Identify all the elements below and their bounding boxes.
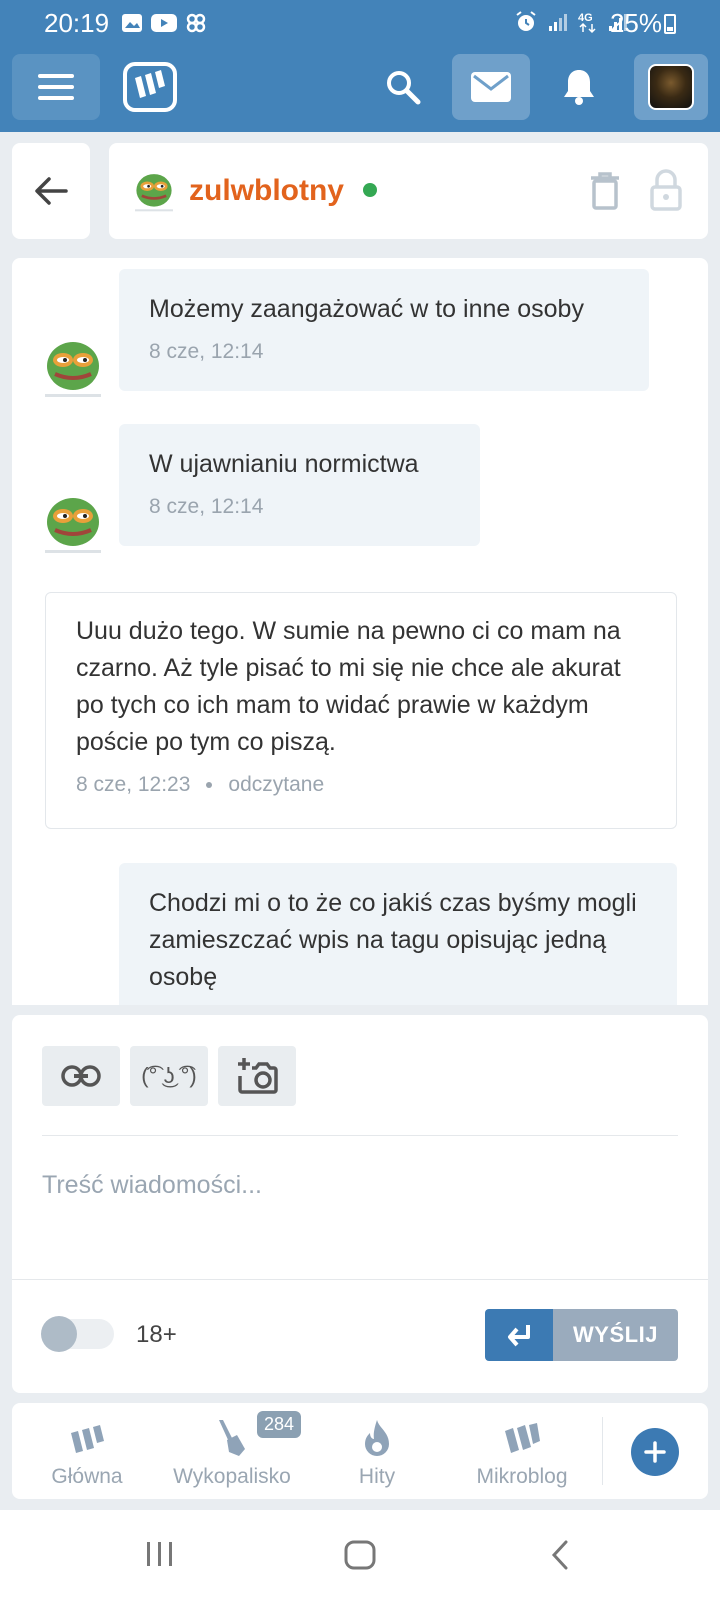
message-bubble: W ujawnianiu normictwa 8 cze, 12:14 — [119, 424, 480, 546]
nav-label: Mikroblog — [476, 1465, 568, 1488]
trash-icon[interactable] — [589, 171, 621, 211]
add-photo-icon — [238, 1058, 278, 1094]
message-time: 8 cze, 12:14 — [149, 495, 264, 518]
message-text: Uuu dużo tego. W sumie na pewno ci co ma… — [76, 617, 621, 756]
4g-icon: 4G — [578, 12, 596, 34]
message-time: 8 cze, 12:23 — [76, 773, 191, 796]
message-bubble: Możemy zaangażować w to inne osoby 8 cze… — [119, 269, 649, 391]
back-button[interactable] — [12, 143, 90, 239]
status-bar: 20:19 4G 25% — [0, 0, 720, 48]
own-message-bubble: Uuu dużo tego. W sumie na pewno ci co ma… — [45, 592, 677, 829]
toggle-knob — [41, 1316, 77, 1352]
status-time: 20:19 — [44, 8, 110, 38]
message-list[interactable]: Możemy zaangażować w to inne osoby 8 cze… — [12, 258, 708, 1005]
enter-icon — [508, 1325, 530, 1347]
menu-icon — [38, 74, 74, 100]
message-text: Możemy zaangażować w to inne osoby — [149, 295, 584, 323]
mail-icon — [471, 72, 511, 102]
system-navigation-bar — [0, 1510, 720, 1600]
link-icon — [61, 1065, 101, 1087]
bottom-navigation: Główna Wykopalisko 284 Hity Mikroblog — [12, 1403, 708, 1499]
pepe-avatar-icon[interactable] — [133, 170, 175, 212]
microblog-icon — [505, 1423, 540, 1453]
search-button[interactable] — [370, 54, 436, 120]
nav-separator — [602, 1417, 603, 1485]
conversation-username[interactable]: zulwblotny — [189, 174, 344, 208]
pepe-avatar-icon[interactable] — [45, 336, 101, 398]
search-icon — [387, 71, 421, 105]
read-status: odczytane — [228, 773, 325, 796]
messages-button[interactable] — [452, 54, 530, 120]
insert-link-button[interactable] — [42, 1046, 120, 1106]
user-avatar-button[interactable] — [634, 54, 708, 120]
divider — [42, 1135, 678, 1136]
battery-icon — [664, 14, 676, 34]
pepe-avatar-icon[interactable] — [45, 492, 101, 554]
youtube-icon — [151, 14, 177, 32]
wykop-home-icon — [71, 1425, 104, 1453]
home-icon[interactable] — [344, 1540, 376, 1570]
app-header — [0, 48, 720, 132]
plus-icon — [644, 1441, 666, 1463]
nav-item-hity[interactable]: Hity — [302, 1417, 452, 1489]
add-photo-button[interactable] — [218, 1046, 296, 1106]
user-avatar — [648, 64, 694, 110]
signal-icon — [549, 14, 567, 31]
send-button[interactable]: WYŚLIJ — [485, 1309, 678, 1361]
add-content-button[interactable] — [631, 1428, 679, 1476]
back-icon[interactable] — [550, 1540, 570, 1570]
message-text: W ujawnianiu normictwa — [149, 450, 419, 478]
online-indicator — [363, 183, 377, 197]
message-input[interactable] — [42, 1155, 678, 1215]
nav-label: Główna — [51, 1465, 123, 1488]
message-text: Chodzi mi o to że co jakiś czas byśmy mo… — [149, 889, 637, 991]
wykopalisko-count-badge: 284 — [257, 1411, 302, 1438]
adult-content-label: 18+ — [136, 1321, 177, 1348]
lock-icon[interactable] — [649, 169, 683, 211]
pinwheel-icon — [186, 13, 206, 33]
battery-percent: 25% — [609, 8, 662, 38]
message-bubble: Chodzi mi o to że co jakiś czas byśmy mo… — [119, 863, 677, 1005]
conversation-header: zulwblotny — [109, 143, 708, 239]
notifications-button[interactable] — [546, 54, 612, 120]
nav-item-mikroblog[interactable]: Mikroblog — [447, 1417, 597, 1489]
bell-icon — [564, 70, 594, 105]
arrow-left-icon — [35, 177, 68, 205]
send-label: WYŚLIJ — [553, 1309, 678, 1361]
image-icon — [122, 14, 142, 32]
nav-label: Wykopalisko — [173, 1465, 291, 1488]
svg-text:4G: 4G — [578, 12, 593, 24]
separator-dot — [206, 782, 213, 788]
recent-apps-icon[interactable] — [145, 1540, 175, 1568]
menu-button[interactable] — [12, 54, 100, 120]
nav-label: Hity — [358, 1465, 396, 1488]
lenny-face-button[interactable]: (͡° ͜ʖ ͡°) — [130, 1046, 208, 1106]
nav-item-glowna[interactable]: Główna — [12, 1417, 162, 1489]
flame-icon — [365, 1420, 389, 1456]
message-composer: (͡° ͜ʖ ͡°) 18+ WYŚLIJ — [12, 1015, 708, 1393]
alarm-icon — [516, 11, 536, 31]
divider — [12, 1279, 708, 1280]
shovel-icon — [219, 1420, 245, 1456]
wykop-logo[interactable] — [122, 54, 178, 120]
message-time: 8 cze, 12:14 — [149, 340, 264, 363]
adult-content-toggle[interactable] — [41, 1316, 114, 1352]
wykop-logo-icon — [123, 62, 177, 112]
